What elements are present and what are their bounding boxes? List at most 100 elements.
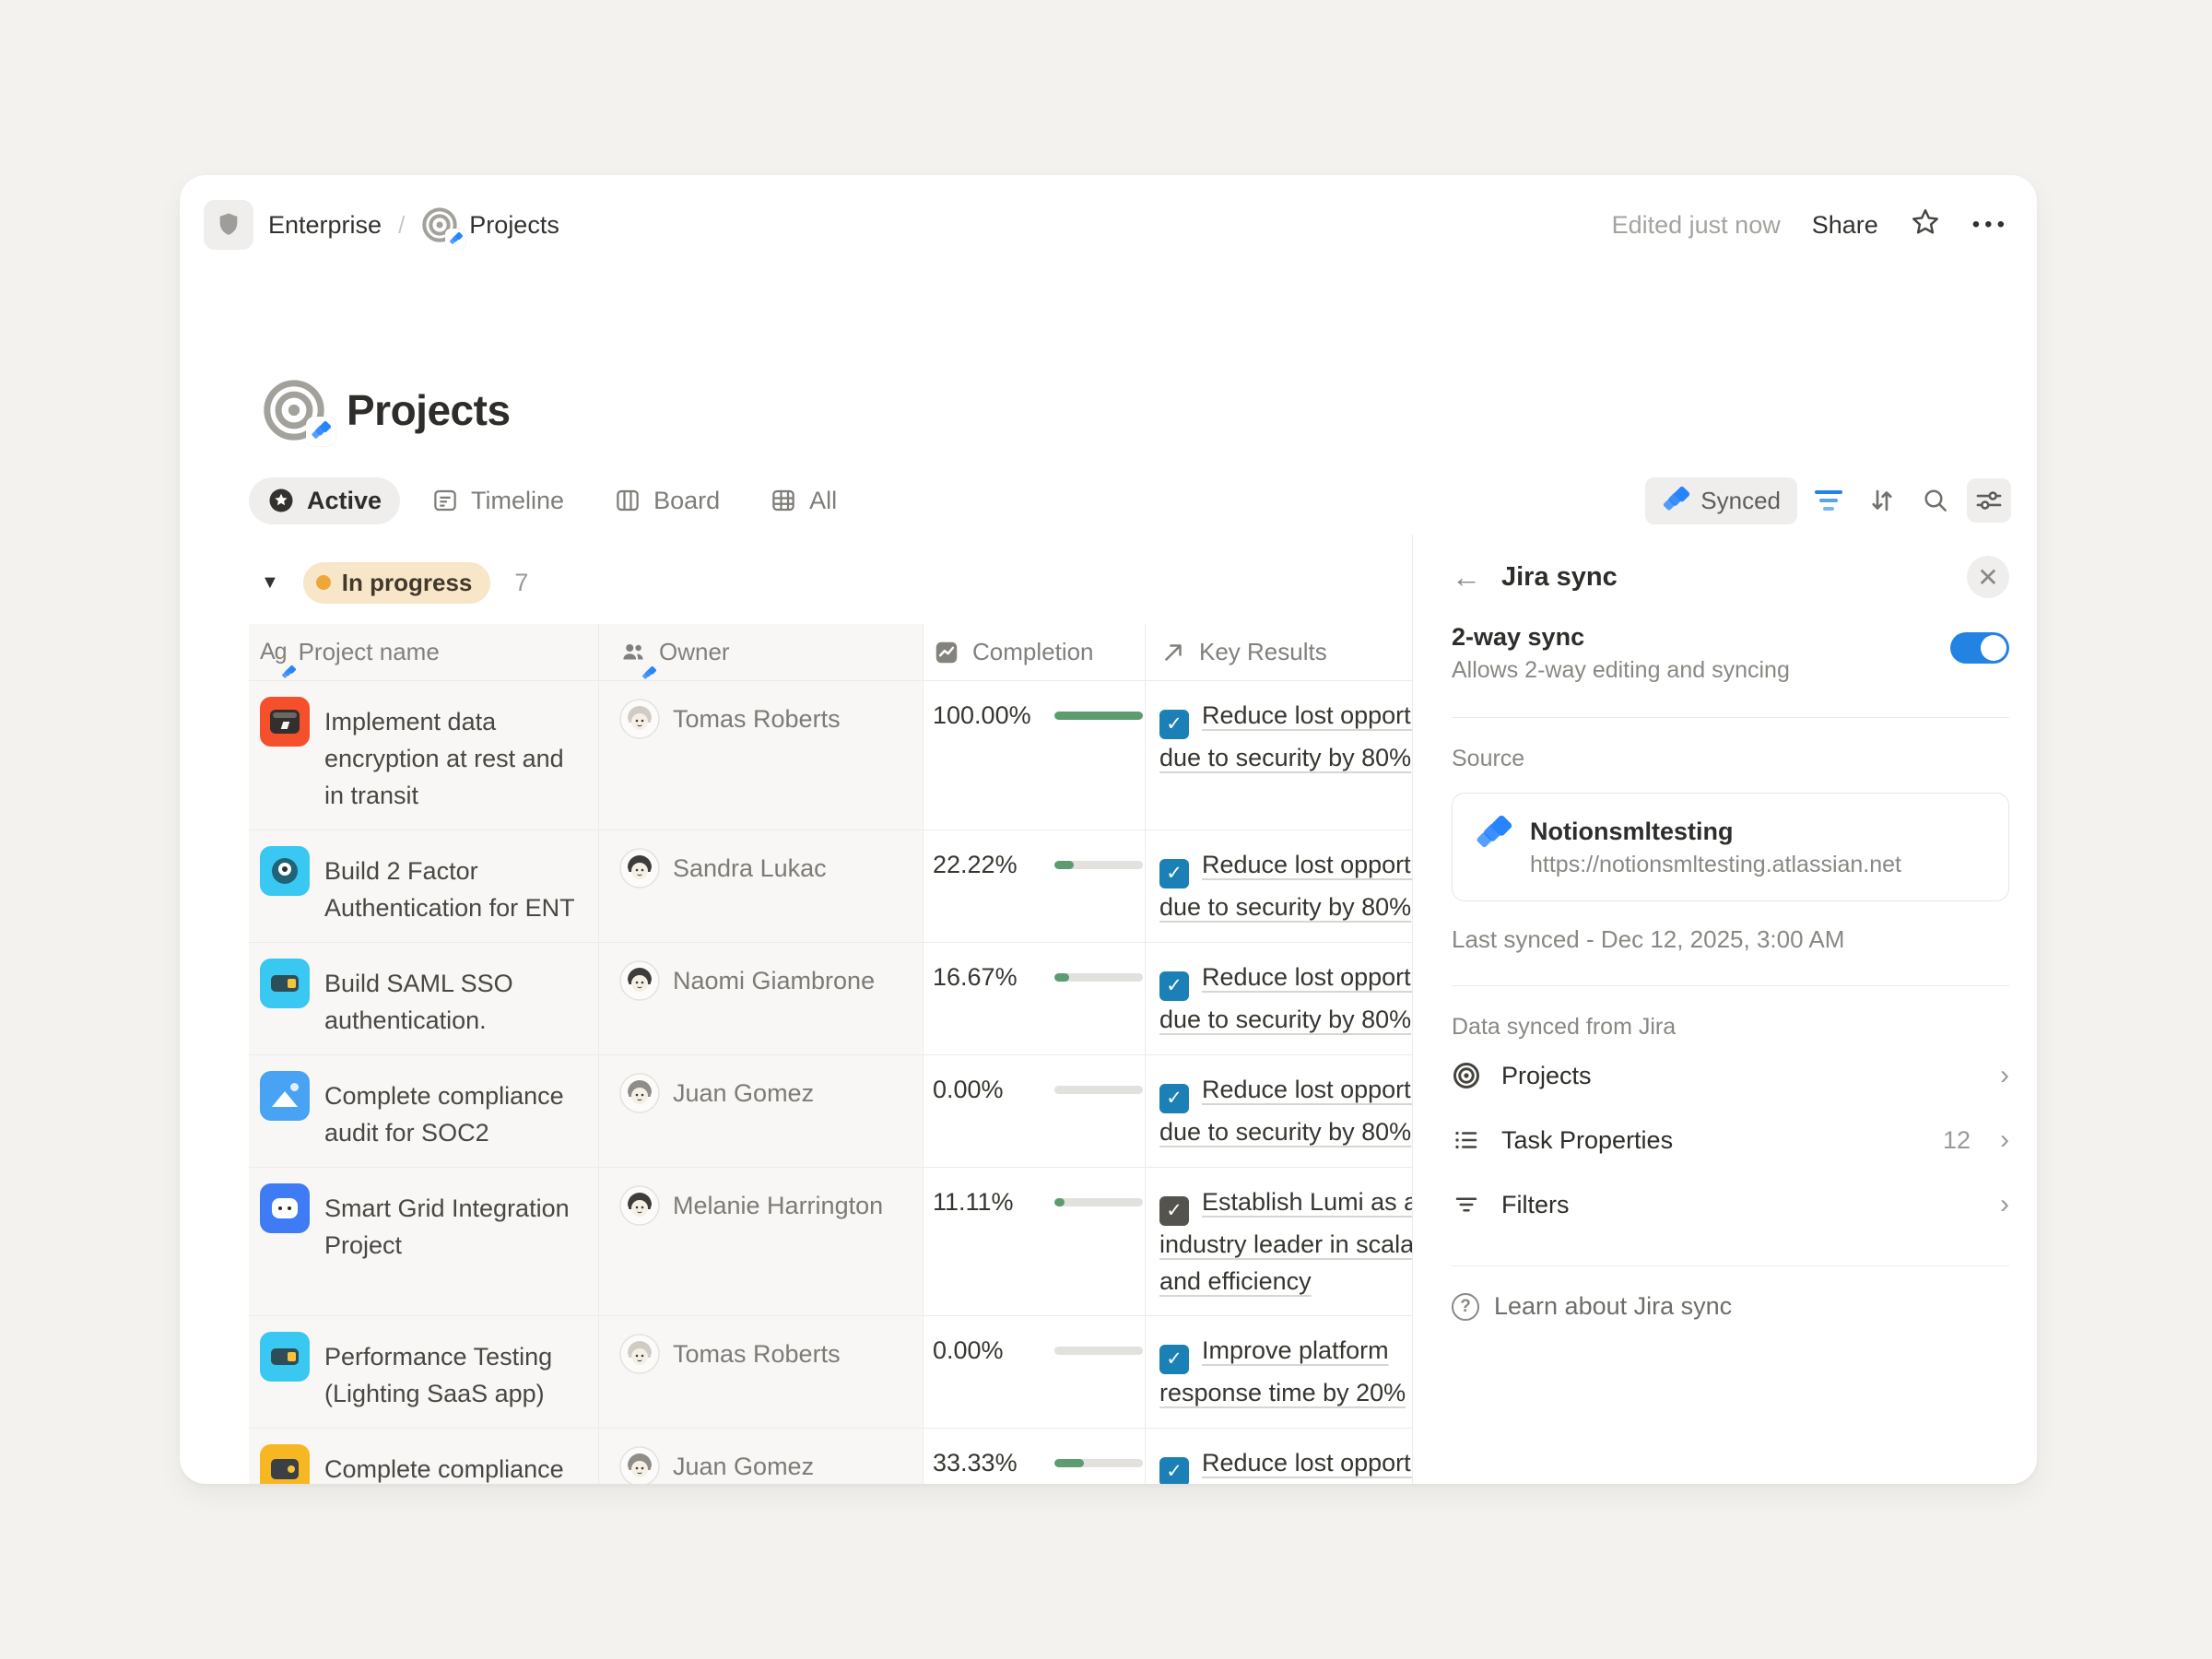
search-button[interactable]	[1913, 478, 1958, 523]
tab-all[interactable]: All	[751, 477, 855, 524]
key-result-checkbox[interactable]: ✓	[1159, 1084, 1189, 1113]
key-result-link[interactable]: and efficiency	[1159, 1267, 1312, 1295]
progress-bar	[1054, 1347, 1143, 1355]
close-panel-button[interactable]: ✕	[1967, 556, 2009, 598]
key-result-link[interactable]: due to security by 80%	[1159, 1006, 1411, 1033]
jira-badge-icon	[445, 229, 465, 249]
jira-icon	[1662, 487, 1689, 514]
project-name[interactable]: Complete complianceaudit for SOC2	[324, 1071, 564, 1151]
project-name[interactable]: Performance Testing(Lighting SaaS app)	[324, 1332, 552, 1412]
project-name[interactable]: Smart Grid IntegrationProject	[324, 1183, 570, 1300]
back-button[interactable]: ←	[1452, 562, 1481, 592]
tab-board[interactable]: Board	[595, 477, 738, 524]
project-name[interactable]: Build SAML SSOauthentication.	[324, 959, 513, 1039]
key-result-link[interactable]: due to security by 80%	[1159, 893, 1411, 921]
sort-button[interactable]	[1860, 478, 1904, 523]
key-result-link[interactable]: due to security by 80%	[1159, 744, 1411, 771]
breadcrumb-separator: /	[396, 211, 406, 240]
column-header-completion[interactable]: Completion	[924, 624, 1146, 680]
project-name[interactable]: Implement dataencryption at rest andin t…	[324, 697, 564, 814]
progress-bar	[1054, 1086, 1143, 1094]
tab-timeline[interactable]: Timeline	[413, 477, 582, 524]
project-icon	[260, 1444, 310, 1484]
panel-item-projects[interactable]: Projects ›	[1452, 1046, 2009, 1105]
column-header-project-name[interactable]: Ag Project name	[249, 624, 599, 680]
text-column-icon: Ag	[260, 639, 287, 665]
key-result-checkbox[interactable]: ✓	[1159, 1457, 1189, 1484]
progress-bar	[1054, 973, 1143, 982]
column-header-owner[interactable]: Owner	[599, 624, 924, 680]
avatar	[619, 848, 660, 888]
favorite-star-icon[interactable]	[1910, 206, 1941, 244]
breadcrumb-workspace[interactable]: Enterprise	[268, 211, 382, 240]
completion-value: 0.00%	[933, 1071, 1041, 1108]
project-name[interactable]: Build 2 FactorAuthentication for ENT	[324, 846, 575, 926]
owner-name[interactable]: Tomas Roberts	[673, 697, 841, 814]
key-result-checkbox[interactable]: ✓	[1159, 1345, 1189, 1374]
view-tabs: Active Timeline Board	[249, 477, 855, 524]
progress-bar	[1054, 861, 1143, 869]
view-toolbar: Synced	[1645, 477, 2011, 524]
learn-about-jira-sync-link[interactable]: ? Learn about Jira sync	[1452, 1292, 2009, 1321]
status-badge[interactable]: In progress	[303, 562, 491, 604]
key-result-link[interactable]: Reduce lost opportu	[1202, 1449, 1425, 1477]
jira-icon	[1475, 816, 1512, 853]
share-button[interactable]: Share	[1812, 211, 1878, 240]
more-menu-button[interactable]: •••	[1972, 212, 2009, 238]
progress-bar	[1054, 1459, 1143, 1467]
two-way-sync-label: 2-way sync	[1452, 619, 1950, 654]
project-name[interactable]: Complete complianceaudit for ISO27001	[324, 1444, 564, 1484]
key-result-link[interactable]: due to security by 80%	[1159, 1118, 1411, 1146]
owner-name[interactable]: Naomi Giambrone	[673, 959, 875, 1039]
edited-status: Edited just now	[1612, 211, 1781, 240]
key-result-link[interactable]: Improve platform	[1202, 1336, 1389, 1364]
key-result-checkbox[interactable]: ✓	[1159, 1196, 1189, 1226]
projects-target-icon	[421, 206, 458, 243]
sliders-icon	[1973, 485, 2005, 516]
key-result-link[interactable]: response time by 20%	[1159, 1379, 1406, 1406]
key-result-checkbox[interactable]: ✓	[1159, 710, 1189, 739]
project-icon	[260, 846, 310, 896]
avatar	[619, 1185, 660, 1226]
key-result-checkbox[interactable]: ✓	[1159, 971, 1189, 1001]
completion-value: 100.00%	[933, 697, 1041, 734]
divider	[1452, 717, 2009, 718]
panel-item-task-properties[interactable]: Task Properties 12 ›	[1452, 1111, 2009, 1170]
tab-active[interactable]: Active	[249, 477, 400, 524]
synced-button[interactable]: Synced	[1645, 477, 1797, 524]
key-result-link[interactable]: industry leader in scala	[1159, 1230, 1414, 1258]
key-result-checkbox[interactable]: ✓	[1159, 859, 1189, 888]
target-icon	[1452, 1061, 1481, 1090]
project-icon	[260, 1071, 310, 1121]
page-title: Projects	[347, 385, 511, 435]
breadcrumb: Enterprise / Projects	[204, 200, 559, 250]
chevron-right-icon: ›	[2000, 1191, 2009, 1218]
notion-window: Enterprise / Projects Edited just now Sh…	[180, 175, 2037, 1484]
page-icon[interactable]	[262, 378, 326, 442]
view-settings-button[interactable]	[1967, 478, 2011, 523]
owner-name[interactable]: Juan Gomez	[673, 1071, 814, 1151]
completion-value: 33.33%	[933, 1444, 1041, 1481]
timeline-icon	[431, 487, 459, 514]
collapse-caret-icon[interactable]: ▼	[261, 572, 279, 594]
source-url: https://notionsmltesting.atlassian.net	[1530, 849, 1901, 880]
owner-name[interactable]: Tomas Roberts	[673, 1332, 841, 1412]
key-result-link[interactable]: Reduce lost opportu	[1202, 1076, 1425, 1103]
owner-name[interactable]: Juan Gomez	[673, 1444, 814, 1484]
key-result-link[interactable]: Reduce lost opportu	[1202, 963, 1425, 991]
two-way-sync-toggle[interactable]	[1950, 632, 2009, 664]
key-result-link[interactable]: Reduce lost opportu	[1202, 701, 1425, 729]
breadcrumb-page[interactable]: Projects	[421, 206, 559, 243]
source-section-label: Source	[1452, 746, 2009, 772]
project-icon	[260, 1332, 310, 1382]
owner-name[interactable]: Sandra Lukac	[673, 846, 827, 926]
workspace-shield-icon[interactable]	[204, 200, 253, 250]
source-card[interactable]: Notionsmltesting https://notionsmltestin…	[1452, 793, 2009, 901]
chevron-right-icon: ›	[2000, 1062, 2009, 1089]
owner-name[interactable]: Melanie Harrington	[673, 1183, 883, 1300]
key-result-link[interactable]: Reduce lost opportu	[1202, 851, 1425, 878]
jira-sync-panel: ← Jira sync ✕ 2-way sync Allows 2-way ed…	[1412, 535, 2037, 1484]
filter-button[interactable]	[1806, 478, 1851, 523]
panel-item-filters[interactable]: Filters ›	[1452, 1175, 2009, 1234]
key-result-link[interactable]: Establish Lumi as a	[1202, 1188, 1418, 1216]
